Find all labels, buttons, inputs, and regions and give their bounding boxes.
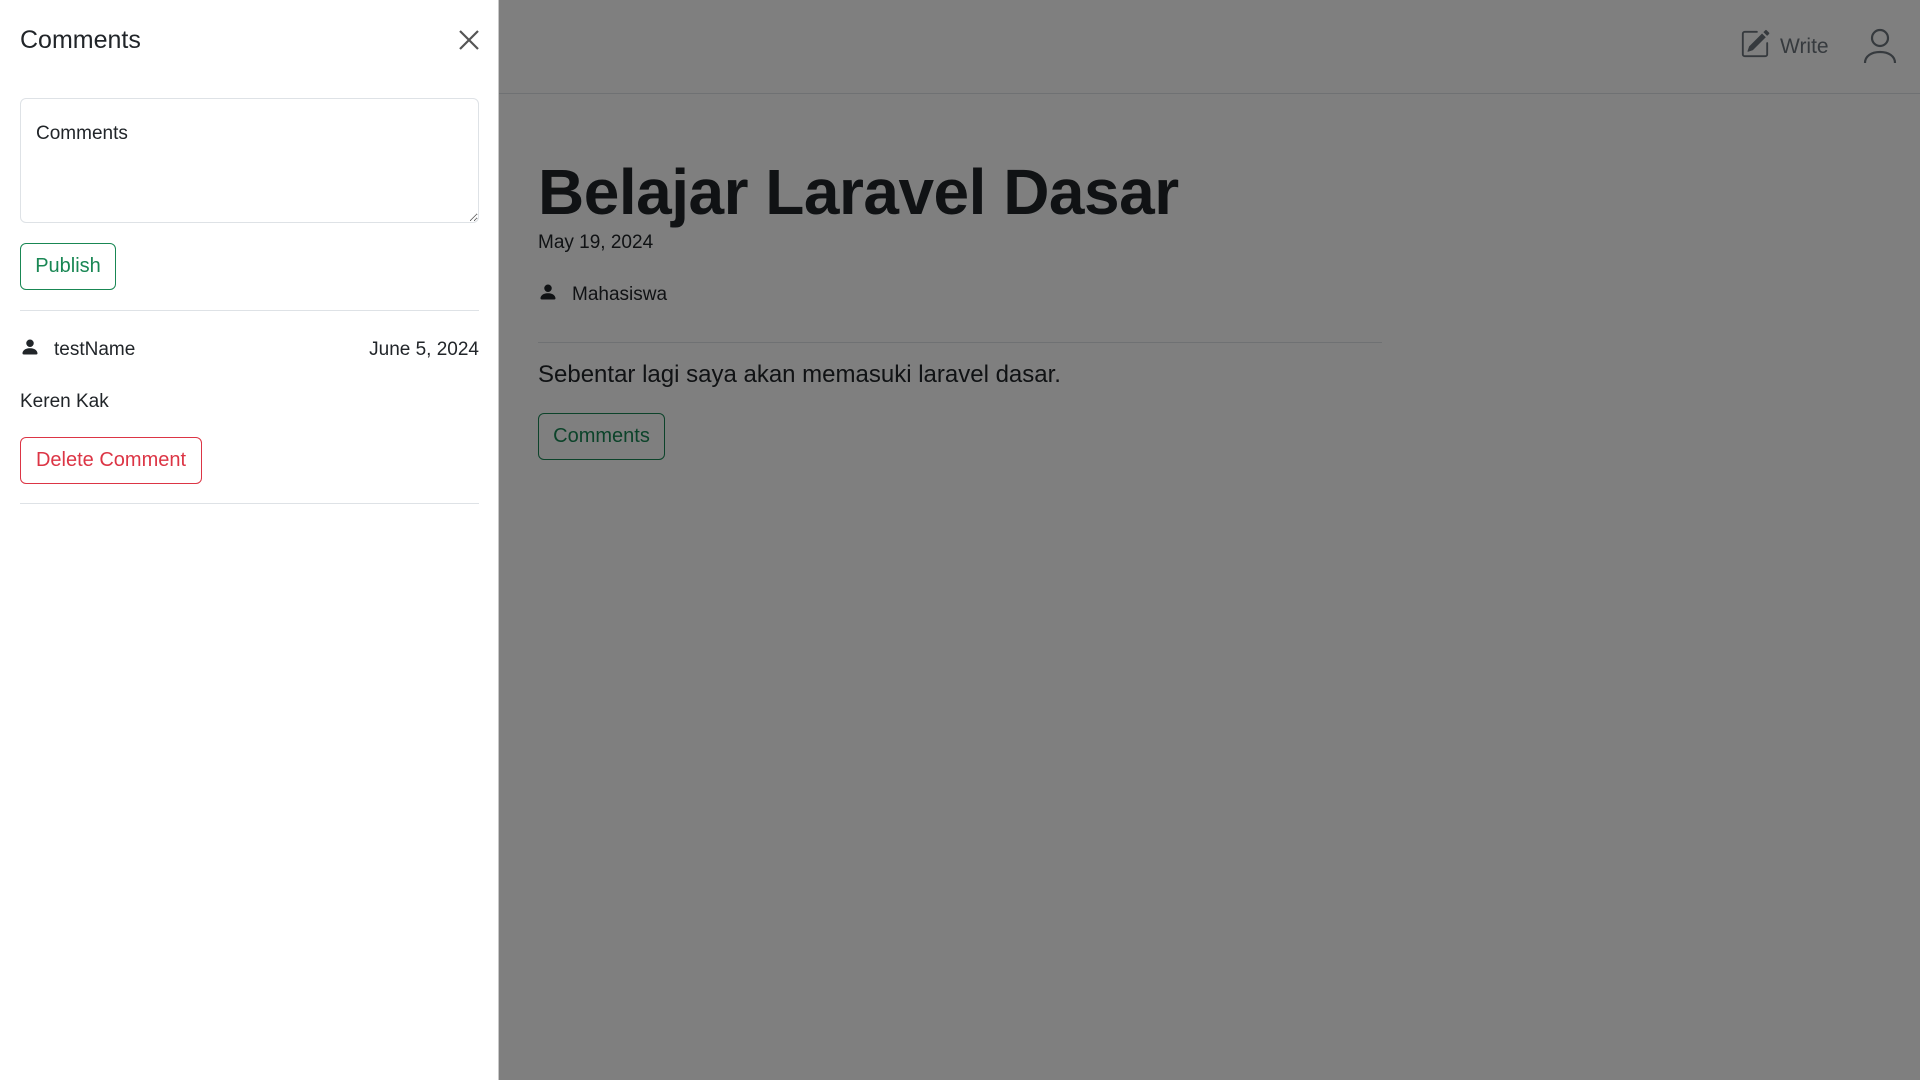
close-button[interactable] [456, 27, 482, 53]
comment-header: testName June 5, 2024 [20, 336, 479, 364]
close-icon [456, 30, 482, 57]
delete-comment-button[interactable]: Delete Comment [20, 437, 202, 484]
divider [20, 310, 479, 311]
offcanvas-title: Comments [20, 26, 141, 54]
comment-date: June 5, 2024 [369, 339, 479, 360]
comment-author: testName [20, 337, 135, 363]
person-fill-icon [20, 337, 40, 363]
comment-text: Keren Kak [20, 391, 109, 412]
comment-author-name: testName [54, 339, 136, 360]
page: Write Belajar Laravel Dasar May 19, 2024… [0, 0, 1920, 1080]
publish-button[interactable]: Publish [20, 243, 116, 290]
comments-offcanvas: Comments Publish testName [0, 0, 499, 1080]
comment-item: testName June 5, 2024 Keren Kak Delete C… [20, 336, 479, 484]
comment-textarea[interactable] [20, 98, 479, 223]
divider [20, 503, 479, 504]
